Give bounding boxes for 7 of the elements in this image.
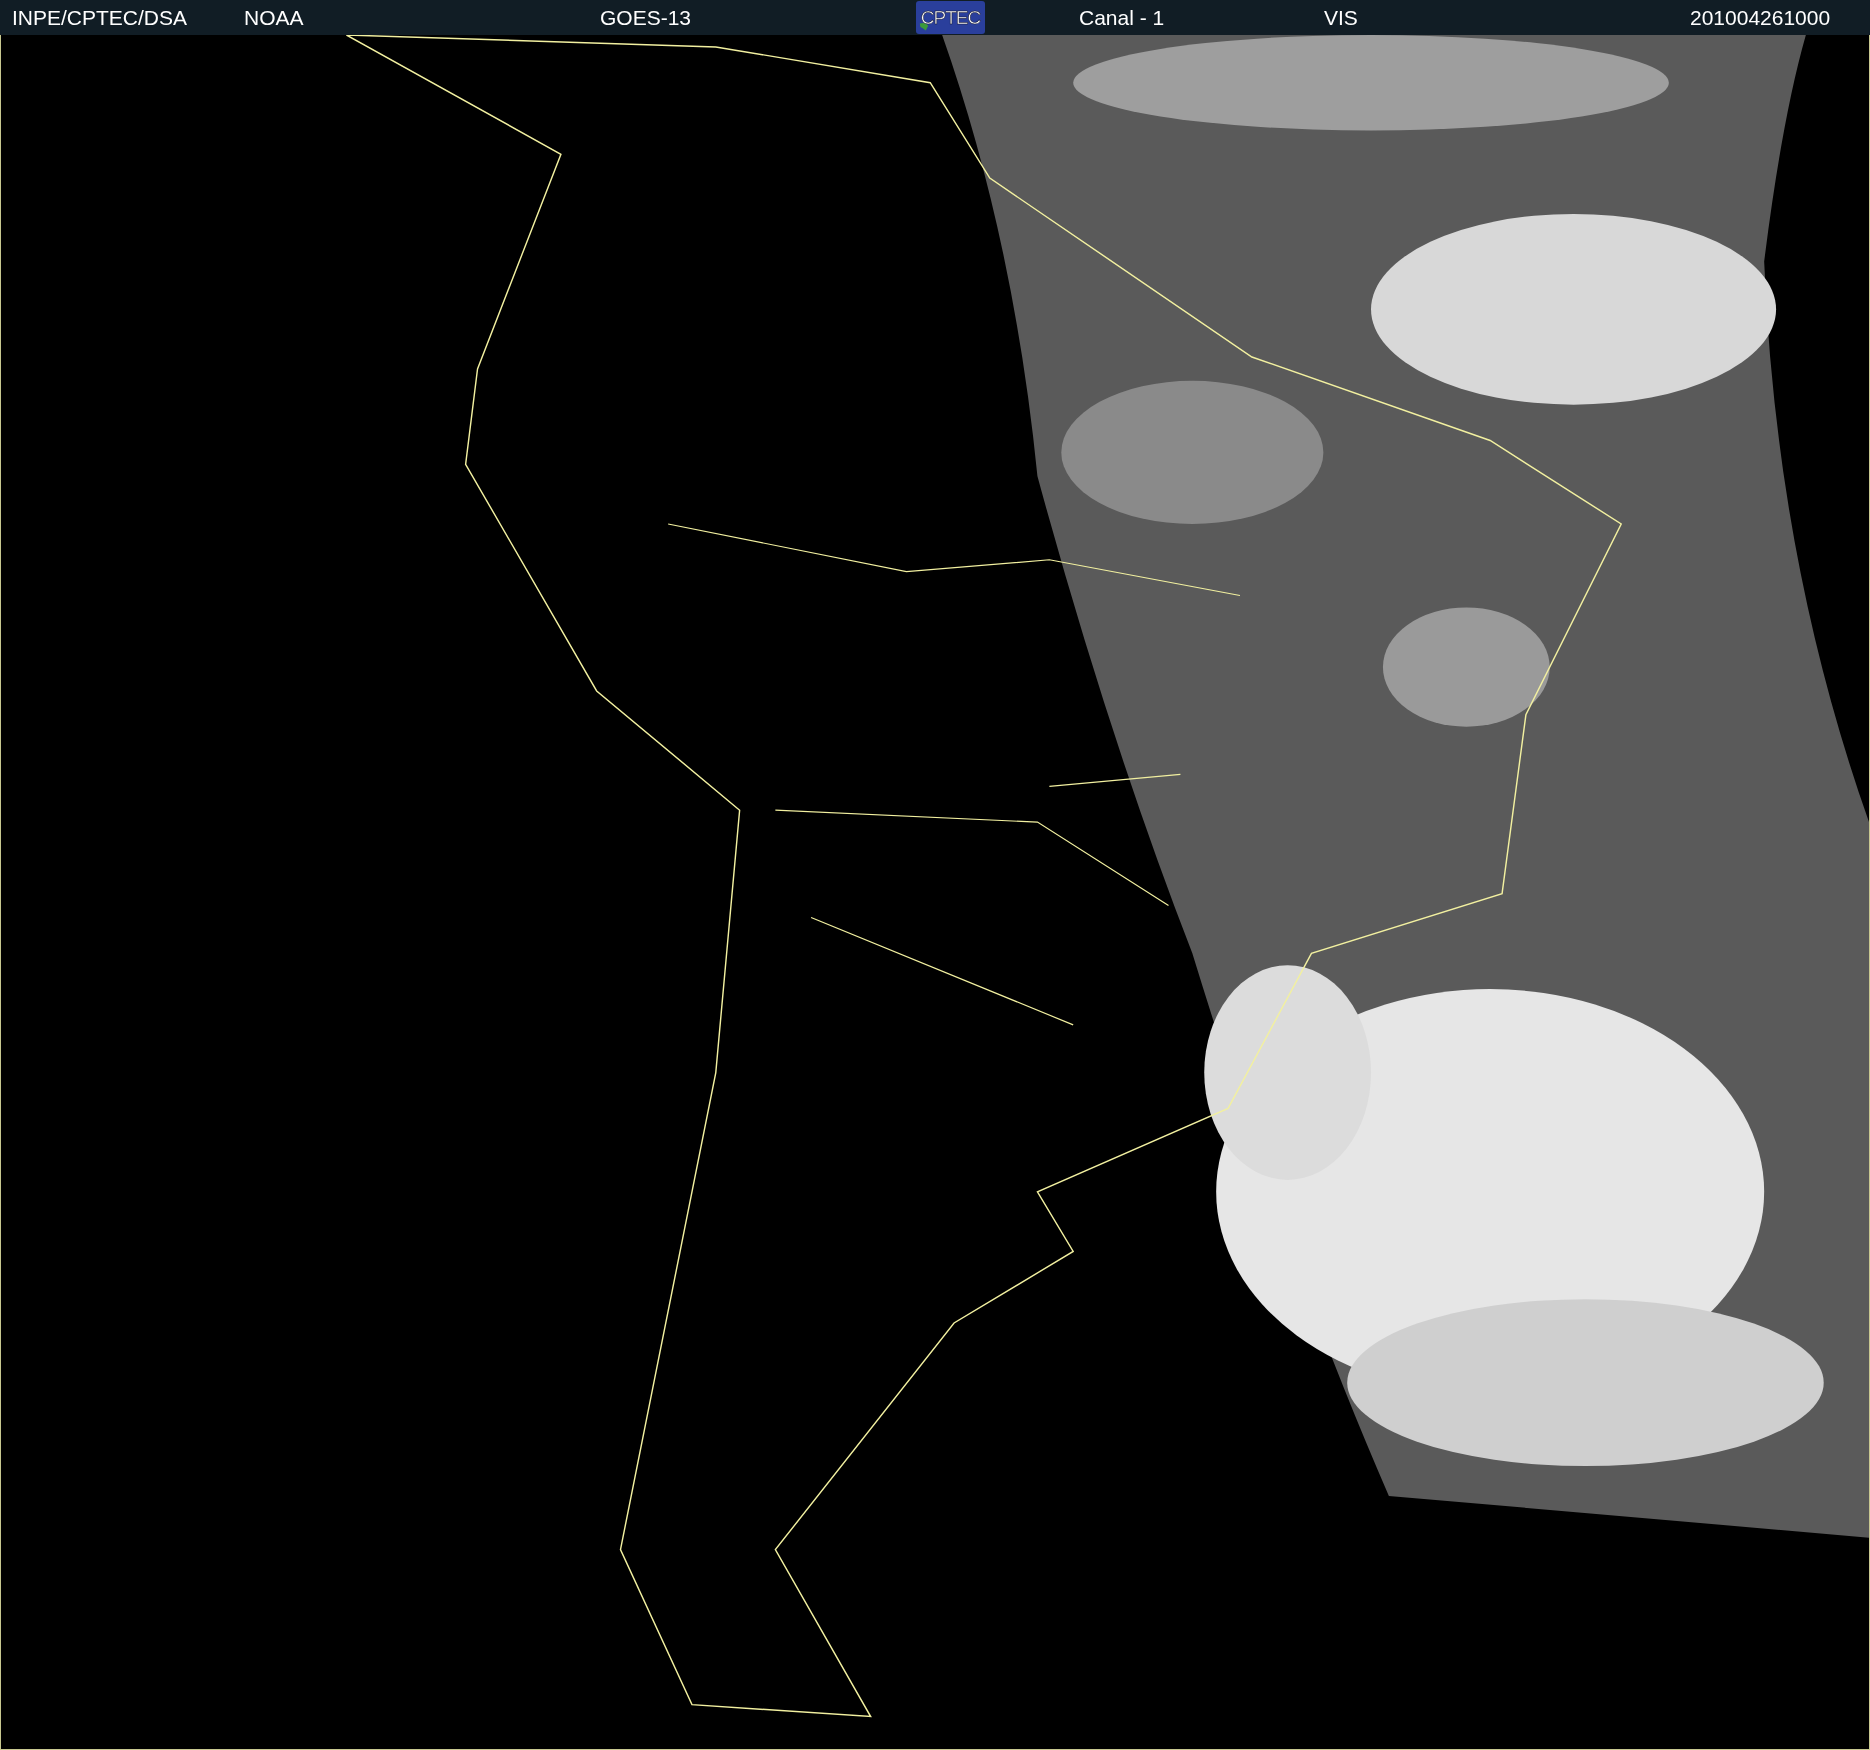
band-label: VIS xyxy=(1324,5,1358,30)
timestamp-label: 201004261000 xyxy=(1690,5,1831,30)
channel-label: Canal - 1 xyxy=(1079,5,1165,30)
agency-label: INPE/CPTEC/DSA xyxy=(12,5,188,30)
satellite-label: GOES-13 xyxy=(600,5,692,30)
logo: CPTEC xyxy=(916,1,985,34)
source-label: NOAA xyxy=(244,5,304,30)
